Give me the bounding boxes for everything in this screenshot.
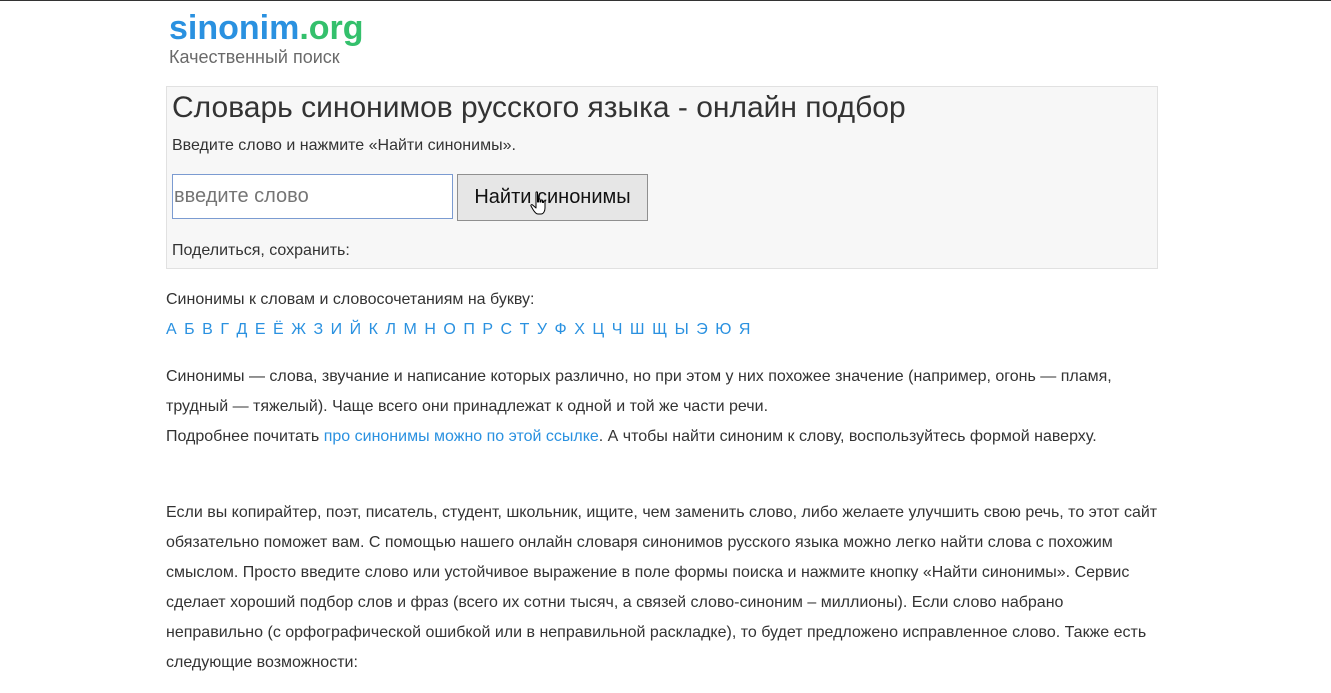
alphabet-letter-link[interactable]: С: [501, 321, 513, 338]
alphabet-letter-link[interactable]: Ё: [273, 321, 284, 338]
logo-part-org: .org: [299, 9, 364, 47]
alphabet-letter-link[interactable]: Б: [184, 321, 195, 338]
alphabet-letter-link[interactable]: Щ: [652, 321, 667, 338]
hand-pointer-icon: [530, 191, 546, 215]
more-info-text-end: . А чтобы найти синоним к слову, восполь…: [598, 428, 1097, 445]
search-instructions: Введите слово и нажмите «Найти синонимы»…: [172, 137, 516, 154]
alphabet-letter-link[interactable]: Д: [237, 321, 248, 338]
alphabet-letter-link[interactable]: Ф: [555, 321, 567, 338]
share-label: Поделиться, сохранить:: [172, 242, 350, 259]
about-synonyms-link[interactable]: про синонимы можно по этой ссылке: [324, 428, 599, 445]
top-border: [0, 0, 1331, 1]
alphabet-letter-link[interactable]: Ц: [592, 321, 604, 338]
alphabet-letter-link[interactable]: Ю: [715, 321, 731, 338]
alphabet-letter-link[interactable]: Ш: [630, 321, 645, 338]
alphabet-letter-link[interactable]: Е: [255, 321, 266, 338]
alphabet-letter-link[interactable]: М: [404, 321, 417, 338]
alphabet-letter-link[interactable]: Й: [350, 321, 362, 338]
search-panel: Словарь синонимов русского языка - онлай…: [166, 86, 1158, 269]
alphabet-letter-link[interactable]: А: [166, 321, 177, 338]
site-tagline: Качественный поиск: [169, 47, 340, 67]
alphabet-letter-link[interactable]: О: [443, 321, 455, 338]
alphabet-letter-link[interactable]: П: [463, 321, 475, 338]
more-info-text: Подробнее почитать: [166, 428, 324, 445]
alphabet-letter-link[interactable]: Э: [696, 321, 708, 338]
alphabet-letter-link[interactable]: Т: [520, 321, 530, 338]
alphabet-letter-link[interactable]: Ж: [291, 321, 306, 338]
alphabet-letter-link[interactable]: Р: [482, 321, 493, 338]
page-title: Словарь синонимов русского языка - онлай…: [172, 91, 906, 124]
alphabet-label: Синонимы к словам и словосочетаниям на б…: [166, 291, 535, 308]
intro-text: Синонимы — слова, звучание и написание к…: [166, 368, 1112, 415]
alphabet-letter-link[interactable]: З: [314, 321, 324, 338]
intro-paragraph: Синонимы — слова, звучание и написание к…: [166, 362, 1158, 452]
alphabet-letter-link[interactable]: К: [369, 321, 378, 338]
search-input[interactable]: [172, 174, 453, 219]
alphabet-letter-link[interactable]: Н: [424, 321, 436, 338]
logo-part-sinonim: sinonim: [169, 9, 300, 47]
site-logo[interactable]: sinonim.org: [169, 8, 364, 48]
description-paragraph: Если вы копирайтер, поэт, писатель, студ…: [166, 504, 1158, 671]
alphabet-letter-link[interactable]: У: [537, 321, 547, 338]
alphabet-letter-link[interactable]: Ы: [675, 321, 689, 338]
alphabet-letter-link[interactable]: Г: [220, 321, 229, 338]
alphabet-letter-link[interactable]: Я: [739, 321, 751, 338]
alphabet-letter-link[interactable]: И: [331, 321, 343, 338]
find-synonyms-button[interactable]: Найти синонимы: [457, 174, 648, 221]
alphabet-nav: АБВГДЕЁЖЗИЙКЛМНОПРСТУФХЦЧШЩЫЭЮЯ: [166, 320, 758, 340]
alphabet-letter-link[interactable]: Л: [386, 321, 397, 338]
alphabet-letter-link[interactable]: Ч: [612, 321, 623, 338]
alphabet-letter-link[interactable]: В: [202, 321, 213, 338]
alphabet-letter-link[interactable]: Х: [574, 321, 585, 338]
